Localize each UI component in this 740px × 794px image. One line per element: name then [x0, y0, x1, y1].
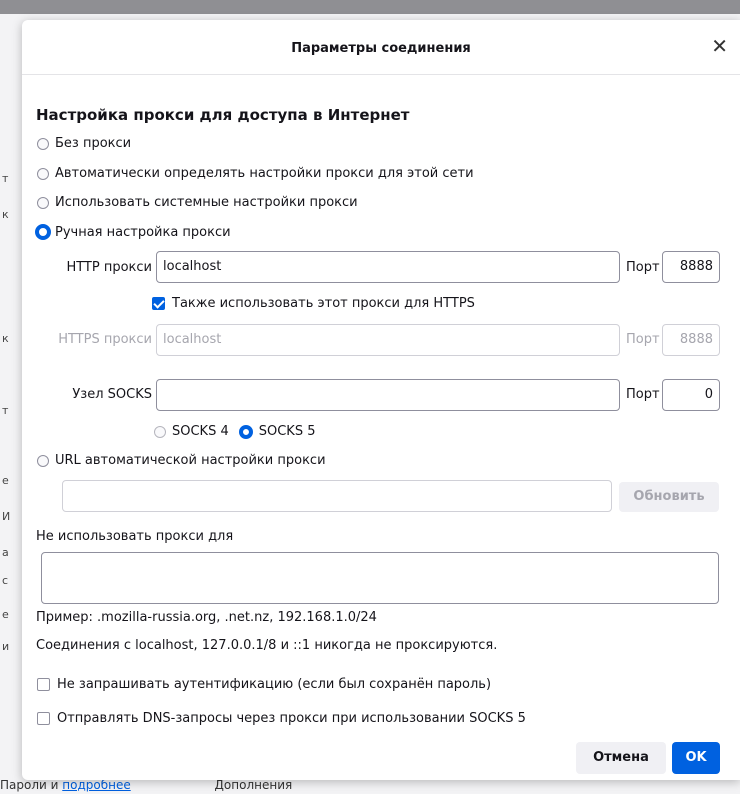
radio-label: Ручная настройка прокси	[55, 224, 231, 240]
radio-button[interactable]	[37, 454, 49, 467]
no-auth-prompt-checkbox[interactable]: Не запрашивать аутентификацию (если был …	[37, 677, 491, 692]
background-footer-link[interactable]: подробнее	[62, 778, 130, 792]
background-footer: Пароли и подробнее Дополнения	[0, 778, 292, 792]
radio-socks4[interactable]	[154, 425, 166, 438]
radio-button-selected[interactable]	[35, 224, 51, 240]
close-icon[interactable]: ✕	[711, 36, 728, 56]
socks-port-input[interactable]: 0	[662, 379, 720, 411]
background-text-fragment: е	[2, 474, 9, 487]
header-divider	[22, 74, 740, 75]
radio-button[interactable]	[37, 167, 49, 180]
https-port-input: 8888	[662, 324, 720, 356]
no-proxy-note: Соединения с localhost, 127.0.0.1/8 и ::…	[36, 638, 498, 653]
radio-socks5-selected[interactable]	[238, 424, 253, 439]
socks-port-label: Порт	[626, 387, 660, 402]
section-title: Настройка прокси для доступа в Интернет	[36, 106, 410, 124]
background-text-fragment: а	[2, 546, 9, 559]
connection-settings-dialog: Параметры соединения ✕ Настройка прокси …	[22, 20, 740, 780]
checkbox[interactable]	[37, 712, 50, 725]
background-text-fragment: И	[2, 510, 11, 523]
background-text-fragment: и	[2, 640, 10, 653]
https-proxy-input: localhost	[156, 324, 620, 356]
background-text-fragment: т	[2, 404, 9, 417]
checkbox-label: Отправлять DNS-запросы через прокси при …	[57, 711, 526, 726]
radio-label: SOCKS 5	[258, 424, 316, 439]
checkbox-label: Не запрашивать аутентификацию (если был …	[57, 677, 492, 692]
no-proxy-textarea[interactable]	[41, 552, 719, 604]
cancel-button[interactable]: Отмена	[576, 742, 666, 774]
background-text-fragment: т	[2, 172, 9, 185]
radio-button[interactable]	[37, 196, 49, 209]
radio-label: Использовать системные настройки прокси	[55, 195, 358, 210]
radio-pac-url[interactable]: URL автоматической настройки прокси	[37, 453, 326, 468]
dns-over-socks-checkbox[interactable]: Отправлять DNS-запросы через прокси при …	[37, 711, 526, 726]
radio-label: URL автоматической настройки прокси	[55, 453, 326, 468]
background-footer-text: Пароли и	[0, 778, 59, 792]
dialog-title: Параметры соединения	[291, 41, 471, 56]
radio-label: Без прокси	[55, 136, 132, 151]
ok-button[interactable]: OK	[672, 742, 720, 774]
socks-host-input[interactable]	[156, 379, 620, 411]
https-port-label: Порт	[626, 332, 660, 347]
https-proxy-label: HTTPS прокси	[58, 332, 152, 347]
http-proxy-label: HTTP прокси	[66, 260, 152, 275]
no-proxy-example: Пример: .mozilla-russia.org, .net.nz, 19…	[36, 610, 377, 625]
socks-version-group: SOCKS 4 SOCKS 5	[154, 424, 316, 439]
http-proxy-input[interactable]: localhost	[156, 251, 620, 283]
checkbox-label: Также использовать этот прокси для HTTPS	[172, 296, 475, 311]
radio-label: SOCKS 4	[172, 424, 229, 439]
overlay-strip	[0, 0, 740, 14]
background-text-fragment: к	[2, 208, 9, 221]
background-text-fragment: с	[2, 574, 9, 587]
also-https-checkbox[interactable]: Также использовать этот прокси для HTTPS	[152, 296, 475, 311]
background-footer-right: Дополнения	[214, 778, 293, 792]
refresh-button: Обновить	[619, 482, 719, 512]
radio-system-proxy[interactable]: Использовать системные настройки прокси	[37, 195, 358, 210]
checkbox[interactable]	[37, 678, 50, 691]
radio-auto-detect[interactable]: Автоматически определять настройки прокс…	[37, 166, 474, 181]
radio-label: Автоматически определять настройки прокс…	[55, 166, 474, 181]
http-port-input[interactable]: 8888	[662, 251, 720, 283]
background-text-fragment: е	[2, 608, 9, 621]
pac-url-input	[62, 480, 612, 512]
radio-no-proxy[interactable]: Без прокси	[37, 136, 131, 151]
radio-manual-proxy[interactable]: Ручная настройка прокси	[35, 224, 231, 240]
radio-button[interactable]	[37, 137, 49, 150]
no-proxy-label: Не использовать прокси для	[36, 529, 234, 544]
socks-host-label: Узел SOCKS	[72, 387, 152, 402]
checkbox-checked[interactable]	[152, 297, 165, 310]
http-port-label: Порт	[626, 260, 660, 275]
background-text-fragment: к	[2, 332, 9, 345]
